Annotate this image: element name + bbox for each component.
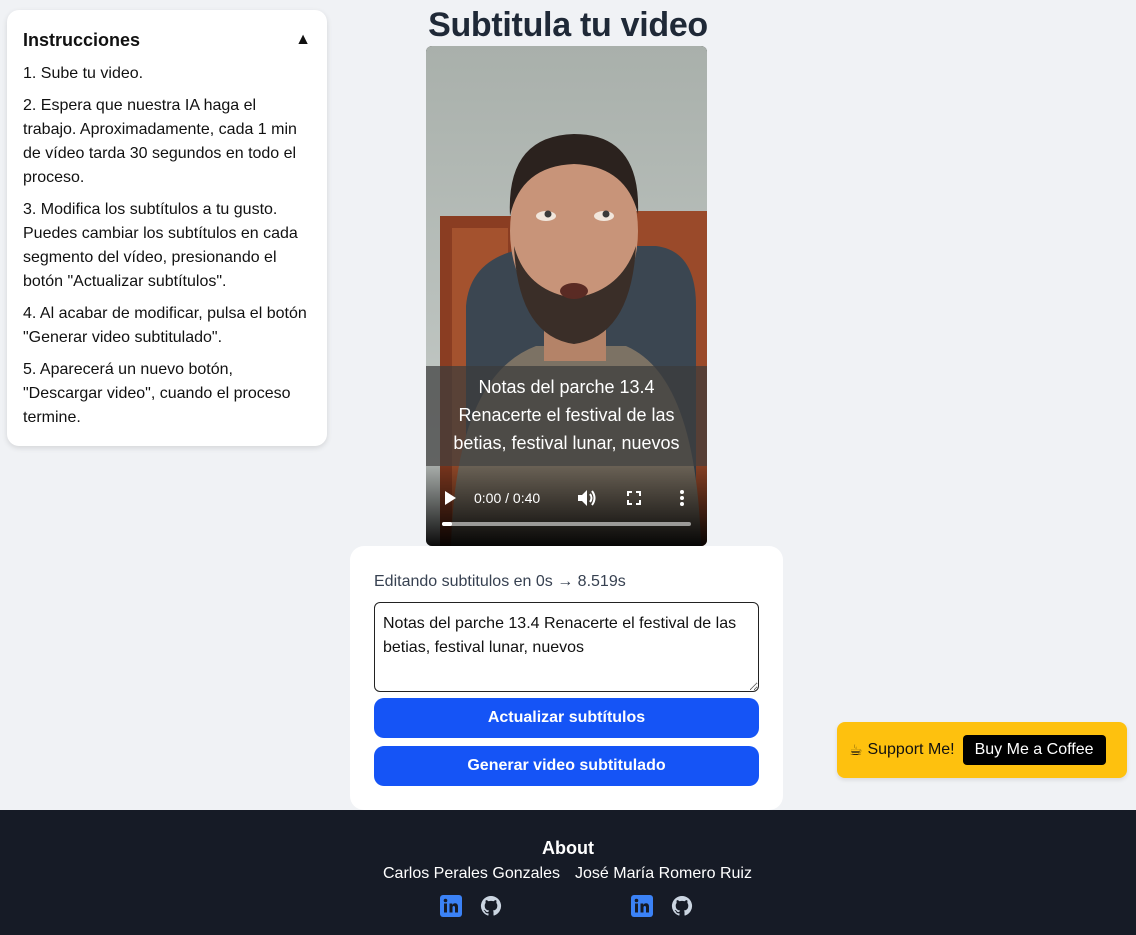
linkedin-icon[interactable] — [631, 895, 653, 917]
instructions-panel: Instrucciones ▲ 1. Sube tu video. 2. Esp… — [7, 10, 327, 446]
support-widget: ☕ Support Me! Buy Me a Coffee — [837, 722, 1127, 778]
author-name: José María Romero Ruiz — [575, 865, 752, 882]
fullscreen-icon[interactable] — [627, 491, 641, 505]
coffee-icon: ☕ — [849, 742, 863, 759]
collapse-triangle-icon[interactable]: ▲ — [295, 31, 311, 49]
video-time: 0:00 / 0:40 — [474, 490, 541, 506]
subtitle-textarea[interactable] — [374, 602, 759, 692]
subtitle-editor-card: Editando subtitulos en 0s → 8.519s Actua… — [350, 546, 783, 810]
support-text: Support Me! — [867, 741, 955, 758]
play-icon[interactable] — [443, 490, 457, 506]
linkedin-icon[interactable] — [440, 895, 462, 917]
instruction-step: 1. Sube tu video. — [23, 65, 144, 82]
more-options-icon[interactable] — [679, 489, 685, 507]
video-progress-bar[interactable] — [442, 522, 691, 526]
video-subtitle-overlay: Notas del parche 13.4 Renacerte el festi… — [426, 366, 707, 466]
buy-me-a-coffee-button[interactable]: Buy Me a Coffee — [962, 735, 1106, 765]
github-icon[interactable] — [671, 895, 693, 917]
instructions-title: Instrucciones — [23, 29, 141, 50]
instruction-step: 3. Modifica los subtítulos a tu gusto. P… — [23, 201, 298, 290]
video-player[interactable]: Notas del parche 13.4 Renacerte el festi… — [426, 46, 707, 546]
update-subtitles-button[interactable]: Actualizar subtítulos — [374, 698, 759, 738]
volume-icon[interactable] — [577, 489, 597, 507]
footer: About Carlos Perales Gonzales José María… — [0, 810, 1136, 935]
video-controls-bar — [426, 466, 707, 546]
github-icon[interactable] — [480, 895, 502, 917]
support-label: ☕ Support Me! — [849, 741, 955, 759]
instruction-step: 2. Espera que nuestra IA haga el trabajo… — [23, 97, 297, 186]
author-name: Carlos Perales Gonzales — [383, 865, 560, 882]
editor-segment-label: Editando subtitulos en 0s → 8.519s — [374, 573, 626, 590]
instructions-header[interactable]: Instrucciones ▲ — [23, 28, 311, 52]
instructions-list: 1. Sube tu video. 2. Espera que nuestra … — [23, 62, 311, 430]
instruction-step: 5. Aparecerá un nuevo botón, "Descargar … — [23, 361, 291, 426]
instruction-step: 4. Al acabar de modificar, pulsa el botó… — [23, 305, 307, 346]
video-progress-fill — [442, 522, 452, 526]
generate-video-button[interactable]: Generar video subtitulado — [374, 746, 759, 786]
footer-about-title: About — [542, 838, 594, 858]
